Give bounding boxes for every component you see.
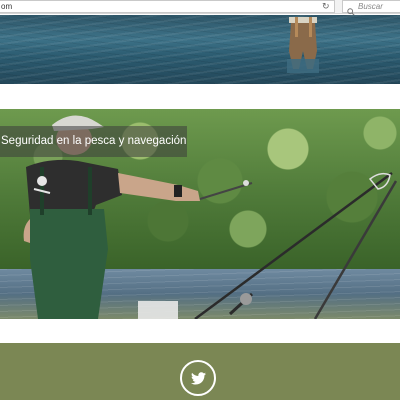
wader-figure [287,17,319,73]
browser-toolbar: om ↻ Buscar [0,0,400,16]
photo-caption[interactable]: Seguridad en la pesca y navegación [0,126,187,157]
reload-icon[interactable]: ↻ [322,1,330,12]
river-photo [0,15,400,84]
river-water [0,15,400,84]
address-bar[interactable]: om ↻ [0,0,335,13]
site-footer [0,343,400,400]
twitter-icon [191,372,206,385]
fisherman-arm [118,173,200,201]
search-input[interactable]: Buscar [342,0,400,16]
fisherman-waders [30,209,108,319]
search-icon [347,3,355,16]
fishing-rod [194,171,393,319]
twitter-button[interactable] [180,360,216,396]
address-bar-text: om [1,2,13,11]
search-placeholder: Buscar [358,2,383,11]
fishing-rod [313,180,398,319]
reel [240,293,252,305]
